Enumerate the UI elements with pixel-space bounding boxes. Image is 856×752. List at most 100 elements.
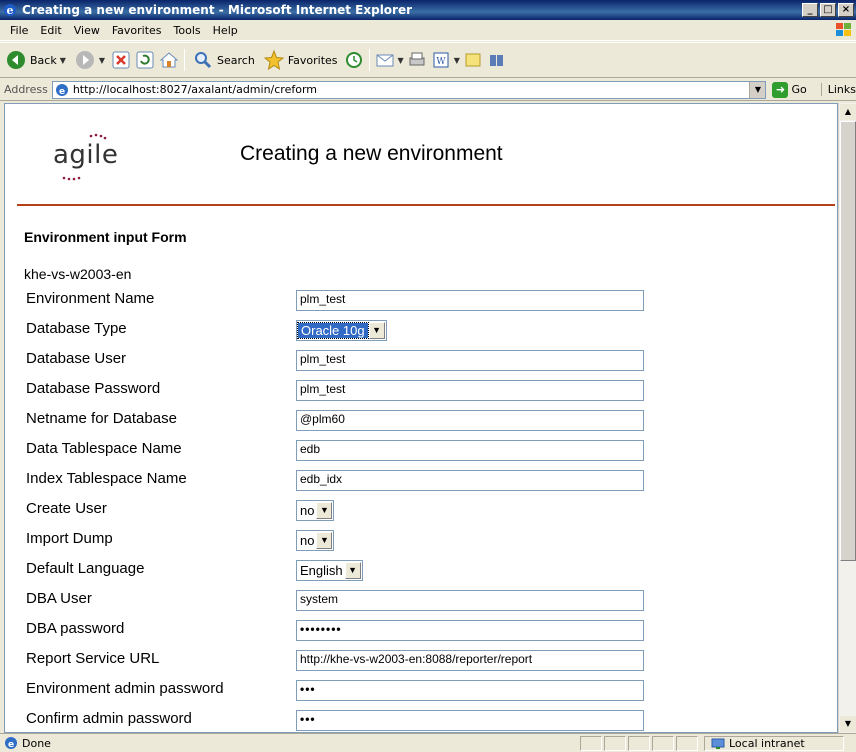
dba-password-field[interactable]: •••••••• <box>296 620 644 641</box>
discuss-icon[interactable] <box>462 49 484 71</box>
create-user-select[interactable]: no ▼ <box>296 500 335 521</box>
edit-dropdown-icon[interactable]: ▼ <box>454 56 460 65</box>
back-dropdown-icon[interactable]: ▼ <box>60 56 66 65</box>
edit-word-icon[interactable]: W <box>430 49 452 71</box>
chevron-down-icon[interactable]: ▼ <box>316 502 333 519</box>
form-row-data-tablespace: Data Tablespace Name edb <box>26 438 826 462</box>
form-heading: Environment input Form <box>24 229 187 245</box>
forward-arrow-icon <box>75 51 94 69</box>
scrollbar-thumb[interactable] <box>840 121 856 561</box>
security-zone: Local intranet <box>704 735 844 751</box>
data-tablespace-field[interactable]: edb <box>296 440 644 461</box>
vertical-scrollbar[interactable]: ▲ ▼ <box>838 103 856 733</box>
env-admin-password-field[interactable]: ••• <box>296 680 644 701</box>
default-language-select[interactable]: English ▼ <box>296 560 363 581</box>
favorites-button[interactable]: Favorites <box>260 46 341 74</box>
database-password-label: Database Password <box>26 380 161 397</box>
address-dropdown-icon[interactable]: ▼ <box>749 81 766 98</box>
status-panel <box>604 735 626 751</box>
mail-dropdown-icon[interactable]: ▼ <box>398 56 404 65</box>
report-url-field[interactable]: http://khe-vs-w2003-en:8088/reporter/rep… <box>296 650 644 671</box>
status-panel <box>628 735 650 751</box>
page-done-icon: e <box>5 737 17 750</box>
report-url-label: Report Service URL <box>26 650 160 667</box>
research-icon[interactable] <box>486 49 508 71</box>
toolbar-separator <box>368 49 370 71</box>
chevron-down-icon[interactable]: ▼ <box>316 532 333 549</box>
address-url: http://localhost:8027/axalant/admin/cref… <box>72 83 317 96</box>
scroll-down-icon[interactable]: ▼ <box>840 716 856 732</box>
index-tablespace-label: Index Tablespace Name <box>26 470 187 487</box>
mail-icon[interactable] <box>374 49 396 71</box>
import-dump-value: no <box>300 533 315 548</box>
dba-user-label: DBA User <box>26 590 92 607</box>
form-row-default-language: Default Language English ▼ <box>26 558 826 582</box>
back-button[interactable]: Back ▼ <box>2 46 69 74</box>
minimize-button[interactable]: _ <box>802 3 818 17</box>
menu-tools[interactable]: Tools <box>168 24 207 37</box>
database-type-label: Database Type <box>26 320 127 337</box>
confirm-admin-password-label: Confirm admin password <box>26 710 192 727</box>
header-divider <box>17 204 835 206</box>
links-label[interactable]: Links <box>820 83 856 96</box>
close-button[interactable]: × <box>838 3 854 17</box>
create-user-value: no <box>300 503 315 518</box>
history-icon[interactable] <box>343 49 365 71</box>
import-dump-select[interactable]: no ▼ <box>296 530 335 551</box>
status-bar: e Done Local intranet <box>0 733 856 752</box>
status-text: Done <box>22 736 51 750</box>
dba-user-field[interactable]: system <box>296 590 644 611</box>
chevron-down-icon[interactable]: ▼ <box>368 322 385 339</box>
print-icon[interactable] <box>406 49 428 71</box>
database-password-field[interactable]: plm_test <box>296 380 644 401</box>
agile-logo: agile <box>49 132 129 182</box>
menu-view[interactable]: View <box>68 24 106 37</box>
back-label: Back <box>30 53 57 67</box>
go-button[interactable]: ➜ Go <box>772 81 807 98</box>
database-user-label: Database User <box>26 350 127 367</box>
default-language-label: Default Language <box>26 560 145 577</box>
zone-text: Local intranet <box>729 736 805 750</box>
forward-dropdown-icon[interactable]: ▼ <box>99 56 105 65</box>
search-button[interactable]: Search <box>189 46 258 74</box>
chevron-down-icon[interactable]: ▼ <box>344 562 361 579</box>
menu-edit[interactable]: Edit <box>34 24 67 37</box>
forward-button[interactable]: ▼ <box>71 46 108 74</box>
home-icon[interactable] <box>158 49 180 71</box>
page-content: agile Creating a new environment Environ… <box>4 103 838 733</box>
refresh-icon[interactable] <box>134 49 156 71</box>
stop-icon[interactable] <box>110 49 132 71</box>
form-row-netname: Netname for Database @plm60 <box>26 408 826 432</box>
index-tablespace-field[interactable]: edb_idx <box>296 470 644 491</box>
environment-name-field[interactable]: plm_test <box>296 290 644 311</box>
search-label: Search <box>217 53 255 67</box>
host-name: khe-vs-w2003-en <box>24 266 132 282</box>
menu-help[interactable]: Help <box>207 24 244 37</box>
database-type-select[interactable]: Oracle 10g ▼ <box>296 320 387 341</box>
go-label: Go <box>791 83 807 96</box>
standard-toolbar: Back ▼ ▼ Search Favorites ▼ W ▼ <box>0 42 856 78</box>
form-row-confirm-admin-password: Confirm admin password ••• <box>26 708 826 732</box>
maximize-button[interactable]: □ <box>820 3 836 17</box>
default-language-value: English <box>300 563 343 578</box>
form-row-dba-password: DBA password •••••••• <box>26 618 826 642</box>
form-row-create-user: Create User no ▼ <box>26 498 826 522</box>
confirm-admin-password-field[interactable]: ••• <box>296 710 644 731</box>
go-arrow-icon: ➜ <box>772 81 789 98</box>
intranet-icon <box>711 738 725 749</box>
menu-file[interactable]: File <box>4 24 34 37</box>
form-row-database-password: Database Password plm_test <box>26 378 826 402</box>
page-icon: e <box>55 83 68 97</box>
address-input[interactable]: e http://localhost:8027/axalant/admin/cr… <box>51 80 767 99</box>
data-tablespace-label: Data Tablespace Name <box>26 440 182 457</box>
svg-text:e: e <box>59 87 65 97</box>
netname-field[interactable]: @plm60 <box>296 410 644 431</box>
search-icon <box>195 52 212 69</box>
scroll-up-icon[interactable]: ▲ <box>840 104 856 120</box>
windows-flag-icon <box>836 23 851 36</box>
menu-favorites[interactable]: Favorites <box>106 24 168 37</box>
ie-logo-icon: e <box>4 4 16 17</box>
dba-password-label: DBA password <box>26 620 125 637</box>
database-user-field[interactable]: plm_test <box>296 350 644 371</box>
netname-label: Netname for Database <box>26 410 177 427</box>
